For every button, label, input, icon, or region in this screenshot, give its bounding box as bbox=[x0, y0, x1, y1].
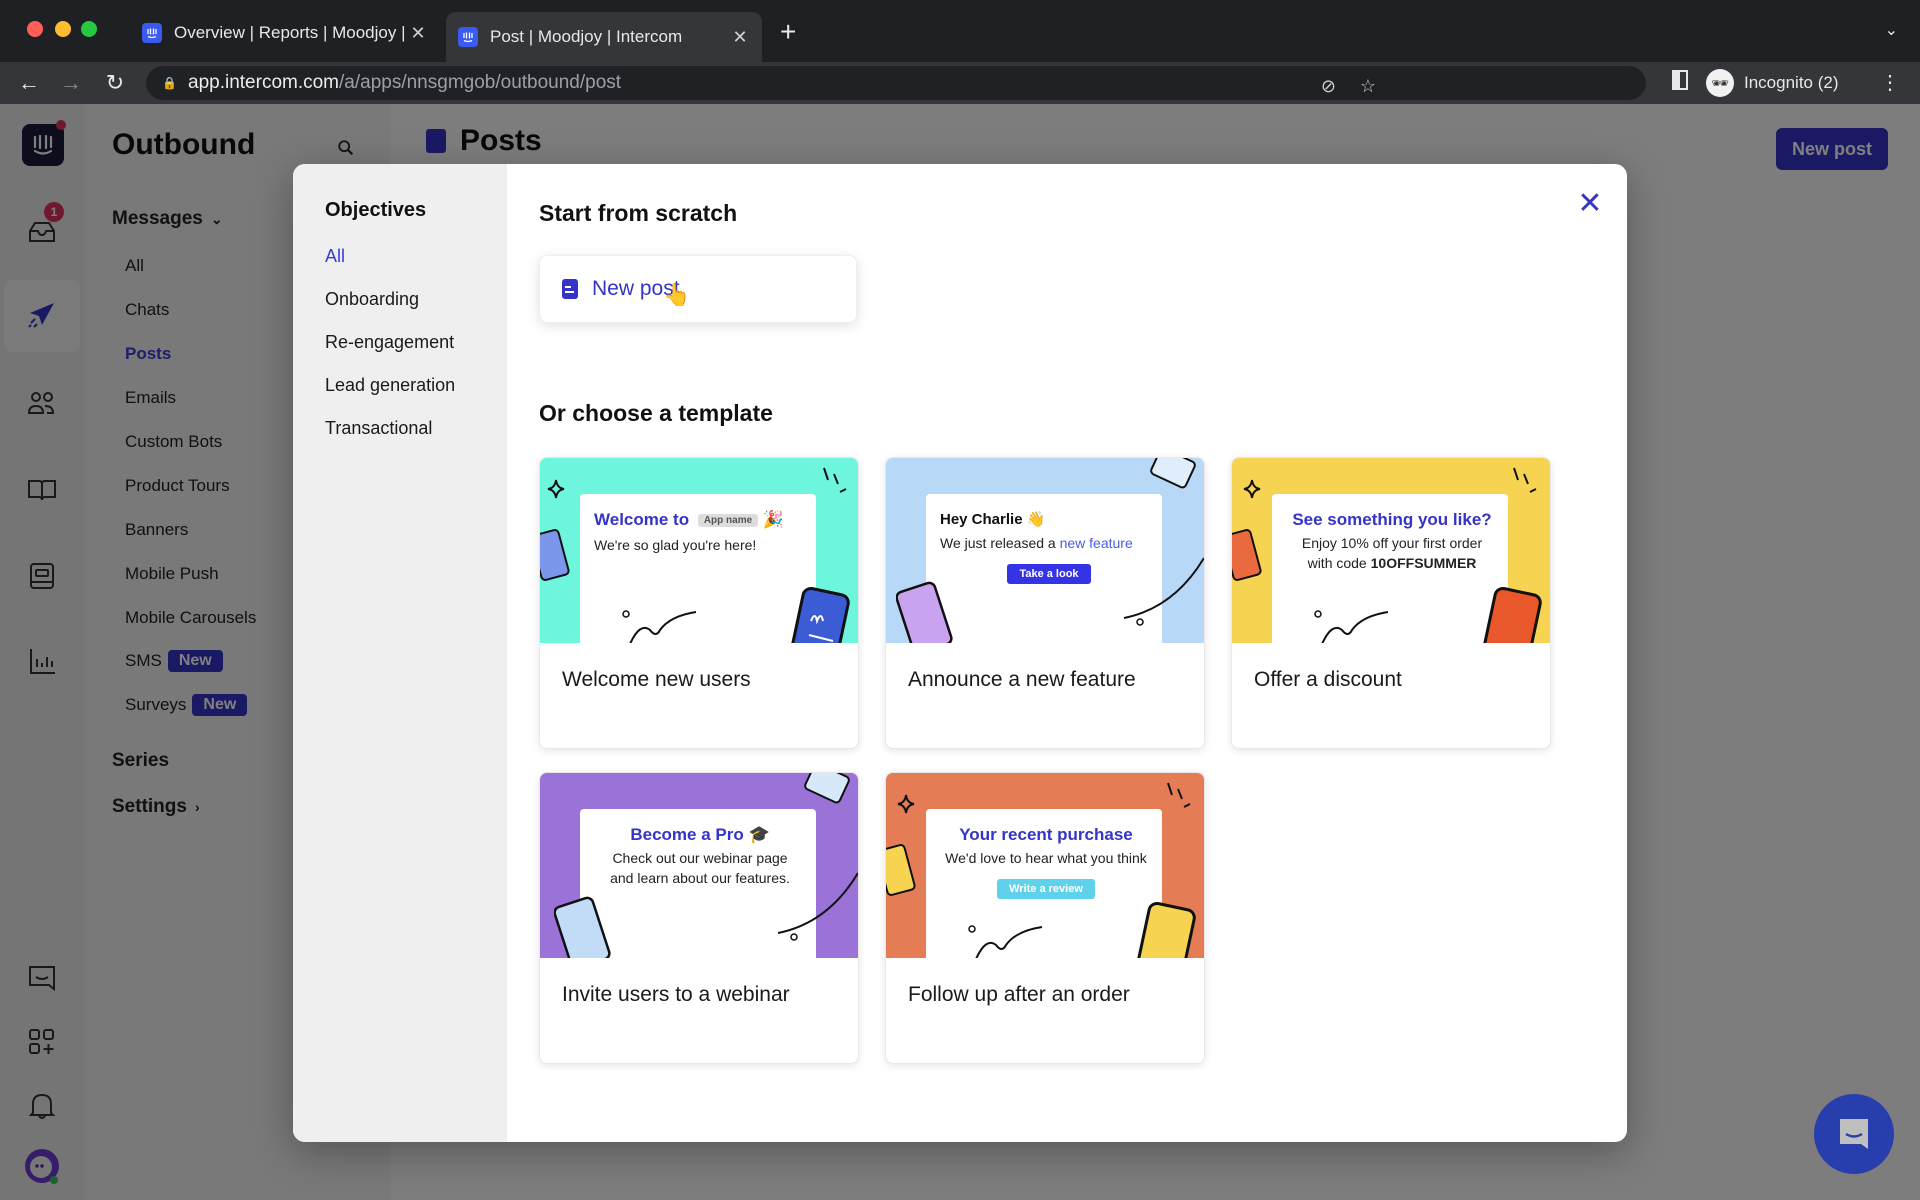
burst-lines-icon bbox=[823, 467, 847, 493]
note-doodle-icon bbox=[1482, 586, 1542, 643]
browser-tab-bar: Overview | Reports | Moodjoy | ✕ Post | … bbox=[0, 0, 1920, 62]
burst-lines-icon bbox=[1513, 467, 1537, 493]
messenger-chat-icon bbox=[1840, 1119, 1868, 1149]
template-illustration: Welcome to App name 🎉 We're so glad you'… bbox=[540, 458, 858, 643]
note-doodle-icon bbox=[1232, 529, 1262, 581]
note-doodle-icon bbox=[886, 844, 916, 896]
template-card-welcome[interactable]: Welcome to App name 🎉 We're so glad you'… bbox=[539, 457, 859, 749]
tab-search-chevron-icon[interactable]: ⌄ bbox=[1885, 20, 1898, 40]
template-card-announce-feature[interactable]: Hey Charlie 👋 We just released a new fea… bbox=[885, 457, 1205, 749]
objective-transactional[interactable]: Transactional bbox=[325, 418, 432, 439]
intercom-favicon-icon bbox=[142, 23, 162, 43]
burst-lines-icon bbox=[1167, 782, 1191, 808]
sparkle-icon bbox=[547, 479, 565, 499]
hand-cursor-icon: 👆 bbox=[663, 282, 691, 307]
browser-toolbar: ← → ↻ 🔒 app.intercom.com /a/apps/nnsgmgo… bbox=[0, 62, 1920, 104]
address-bar[interactable]: 🔒 app.intercom.com /a/apps/nnsgmgob/outb… bbox=[146, 66, 1646, 100]
sparkle-icon bbox=[1243, 479, 1261, 499]
window-maximize-button[interactable] bbox=[81, 21, 97, 37]
note-doodle-icon bbox=[1150, 458, 1196, 489]
tab-close-icon[interactable]: ✕ bbox=[728, 27, 752, 48]
tab-title: Post | Moodjoy | Intercom bbox=[490, 27, 683, 46]
incognito-profile-button[interactable]: 🕶 Incognito (2) bbox=[1706, 66, 1839, 100]
bookmark-star-icon[interactable]: ☆ bbox=[1360, 76, 1376, 97]
new-post-scratch-card[interactable]: New post bbox=[539, 255, 857, 323]
messenger-launcher-button[interactable] bbox=[1814, 1094, 1894, 1174]
lock-icon: 🔒 bbox=[162, 76, 177, 90]
objective-all[interactable]: All bbox=[325, 246, 345, 267]
note-doodle-icon bbox=[1136, 901, 1196, 958]
note-doodle-icon bbox=[804, 773, 850, 804]
url-host: app.intercom.com bbox=[188, 72, 340, 93]
template-card-offer-discount[interactable]: See something you like? Enjoy 10% off yo… bbox=[1231, 457, 1551, 749]
window-close-button[interactable] bbox=[27, 21, 43, 37]
template-illustration: Hey Charlie 👋 We just released a new fea… bbox=[886, 458, 1204, 643]
tab-close-icon[interactable]: ✕ bbox=[406, 23, 430, 44]
curve-doodle-icon bbox=[1123, 557, 1204, 626]
template-label: Follow up after an order bbox=[908, 983, 1130, 1006]
objective-lead-generation[interactable]: Lead generation bbox=[325, 375, 455, 396]
template-label: Invite users to a webinar bbox=[562, 983, 790, 1006]
incognito-icon: 🕶 bbox=[1706, 69, 1734, 97]
side-panel-icon[interactable] bbox=[1672, 70, 1688, 90]
tab-title: Overview | Reports | Moodjoy | bbox=[174, 23, 406, 42]
curve-doodle-icon bbox=[777, 872, 858, 941]
back-arrow-icon[interactable]: ← bbox=[14, 68, 44, 98]
forward-arrow-icon[interactable]: → bbox=[56, 68, 86, 98]
note-doodle-icon bbox=[896, 581, 953, 643]
post-doc-icon bbox=[562, 279, 578, 299]
browser-tab-post[interactable]: Post | Moodjoy | Intercom ✕ bbox=[446, 12, 762, 62]
take-a-look-preview-button: Take a look bbox=[1007, 563, 1091, 584]
objective-onboarding[interactable]: Onboarding bbox=[325, 289, 419, 310]
objectives-sidebar: Objectives All Onboarding Re-engagement … bbox=[293, 164, 507, 1142]
template-label: Announce a new feature bbox=[908, 668, 1136, 691]
note-doodle-icon bbox=[554, 896, 611, 958]
squiggle-doodle-icon bbox=[968, 925, 1043, 958]
profile-label: Incognito (2) bbox=[1744, 73, 1839, 92]
template-card-invite-webinar[interactable]: Become a Pro 🎓 Check out our webinar pag… bbox=[539, 772, 859, 1064]
browser-tab-overview[interactable]: Overview | Reports | Moodjoy | ✕ bbox=[130, 12, 440, 54]
new-post-modal: Objectives All Onboarding Re-engagement … bbox=[293, 164, 1627, 1142]
template-illustration: Your recent purchase We'd love to hear w… bbox=[886, 773, 1204, 958]
reload-icon[interactable]: ↻ bbox=[100, 68, 130, 98]
objectives-title: Objectives bbox=[325, 199, 427, 221]
template-illustration: Become a Pro 🎓 Check out our webinar pag… bbox=[540, 773, 858, 958]
write-review-preview-button: Write a review bbox=[997, 878, 1095, 899]
note-doodle-icon bbox=[540, 529, 570, 581]
note-doodle-icon bbox=[790, 586, 850, 643]
template-label: Offer a discount bbox=[1254, 668, 1402, 691]
window-minimize-button[interactable] bbox=[55, 21, 71, 37]
choose-template-heading: Or choose a template bbox=[539, 400, 773, 426]
squiggle-doodle-icon bbox=[622, 610, 697, 643]
sparkle-icon bbox=[897, 794, 915, 814]
url-path: /a/apps/nnsgmgob/outbound/post bbox=[339, 72, 622, 93]
template-card-follow-up-order[interactable]: Your recent purchase We'd love to hear w… bbox=[885, 772, 1205, 1064]
template-label: Welcome new users bbox=[562, 668, 751, 691]
start-from-scratch-heading: Start from scratch bbox=[539, 200, 738, 226]
browser-menu-icon[interactable]: ⋮ bbox=[1880, 70, 1900, 95]
squiggle-doodle-icon bbox=[1314, 610, 1389, 643]
new-tab-plus-icon[interactable]: + bbox=[780, 16, 796, 48]
template-illustration: See something you like? Enjoy 10% off yo… bbox=[1232, 458, 1550, 643]
eye-off-icon[interactable]: ⊘ bbox=[1321, 76, 1336, 97]
objective-re-engagement[interactable]: Re-engagement bbox=[325, 332, 454, 353]
close-icon[interactable]: ✕ bbox=[1575, 187, 1605, 220]
intercom-favicon-icon bbox=[458, 27, 478, 47]
